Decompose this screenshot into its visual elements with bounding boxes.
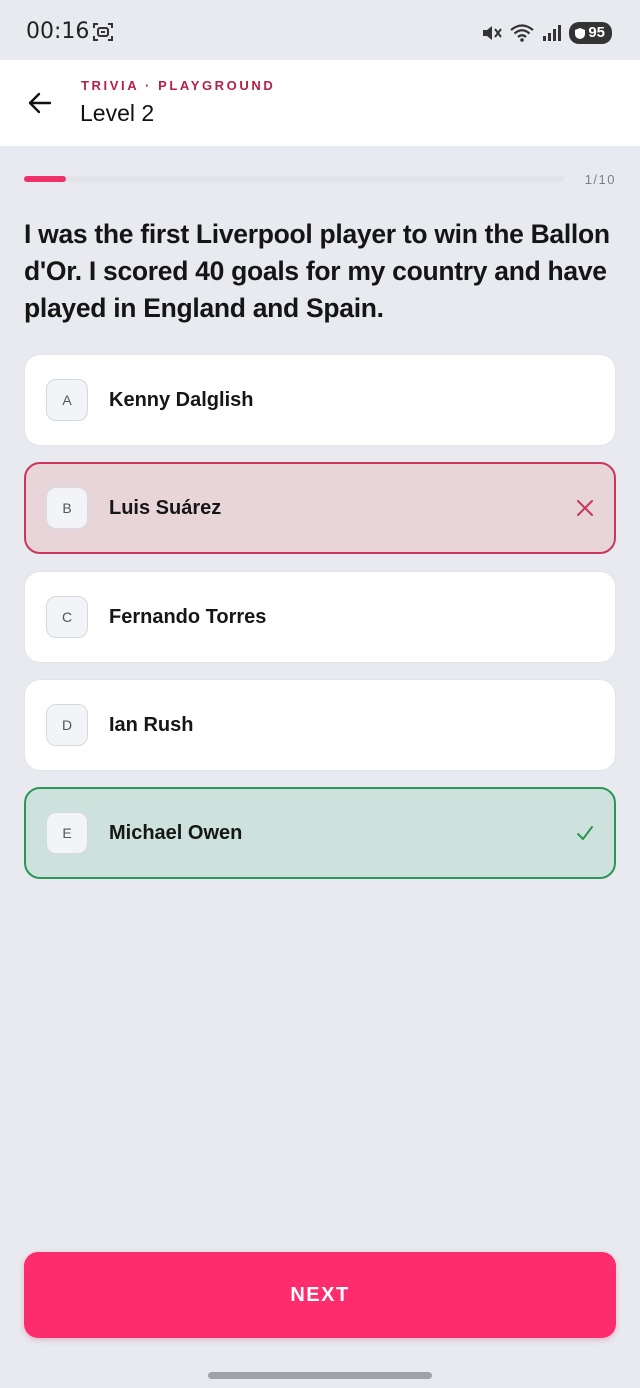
- progress-counter: 1/10: [584, 172, 616, 187]
- status-time: 00:16: [26, 19, 90, 44]
- battery-icon: 95: [569, 22, 612, 44]
- option-label: Michael Owen: [109, 822, 243, 844]
- header: TRIVIA · PLAYGROUND Level 2: [0, 60, 640, 146]
- option-label: Luis Suárez: [109, 497, 222, 519]
- status-bar: 00:16 95: [0, 0, 640, 60]
- shield-icon: [575, 27, 586, 39]
- back-button[interactable]: [24, 87, 56, 119]
- option-e[interactable]: E Michael Owen: [24, 787, 616, 879]
- option-label: Kenny Dalglish: [109, 389, 254, 411]
- question-text: I was the first Liverpool player to win …: [24, 219, 610, 323]
- option-label: Ian Rush: [109, 714, 194, 736]
- home-indicator[interactable]: [208, 1372, 432, 1379]
- screen-record-icon: [93, 23, 113, 41]
- battery-level: 95: [588, 24, 605, 41]
- progress-bar: [24, 176, 564, 182]
- x-icon: [577, 500, 593, 516]
- option-a[interactable]: A Kenny Dalglish: [24, 354, 616, 446]
- signal-icon: [543, 25, 562, 41]
- next-button[interactable]: NEXT: [24, 1252, 616, 1338]
- option-letter: B: [46, 487, 88, 529]
- progress-fill: [24, 176, 66, 182]
- option-c[interactable]: C Fernando Torres: [24, 571, 616, 663]
- option-letter: C: [46, 596, 88, 638]
- check-icon: [577, 826, 593, 840]
- header-eyebrow: TRIVIA · PLAYGROUND: [81, 78, 276, 93]
- option-b[interactable]: B Luis Suárez: [24, 462, 616, 554]
- wifi-icon: [510, 24, 535, 42]
- option-letter: A: [46, 379, 88, 421]
- option-label: Fernando Torres: [109, 606, 267, 628]
- mute-vibrate-icon: [483, 26, 503, 40]
- option-d[interactable]: D Ian Rush: [24, 679, 616, 771]
- page-title: Level 2: [80, 100, 155, 126]
- option-letter: E: [46, 812, 88, 854]
- arrow-left-icon: [28, 92, 52, 114]
- status-icons: 95: [481, 20, 612, 46]
- option-letter: D: [46, 704, 88, 746]
